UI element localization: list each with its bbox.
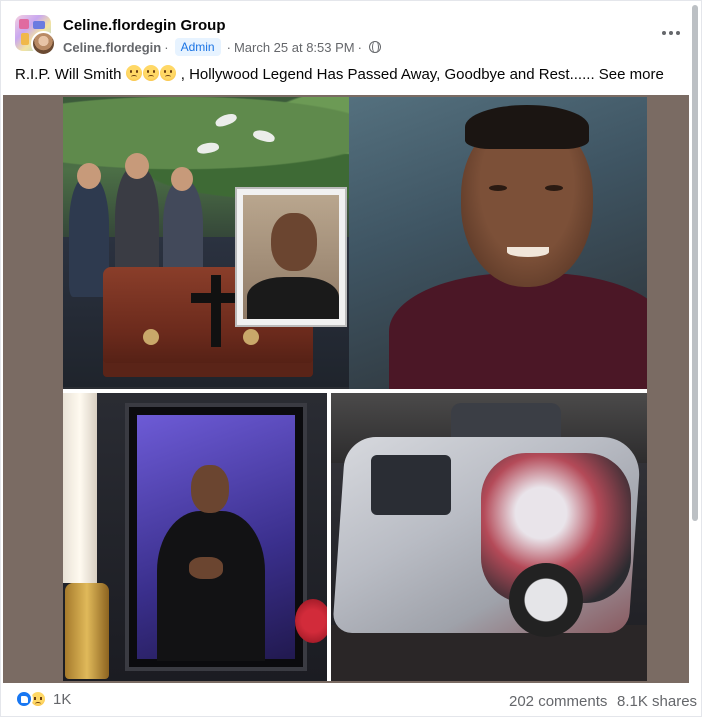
portrait-face [191,465,229,513]
shares-count-link[interactable]: 8.1K shares [617,693,697,710]
post-caption: R.I.P. Will Smith , Hollywood Legend Has… [15,65,664,83]
portrait-shirt [389,273,647,389]
scrollbar[interactable] [691,5,699,521]
caption-text: R.I.P. Will Smith [15,66,122,83]
framed-portrait [237,189,345,325]
portrait-hair [465,105,589,149]
facebook-post: Celine.flordegin Group Celine.flordegin … [0,0,702,717]
portrait-hand [189,557,223,579]
picture-frame [125,403,307,671]
car-wheel [509,563,583,637]
post-media[interactable] [3,95,689,683]
portrait-face [271,213,317,271]
coffin-handle [243,329,259,345]
group-name-link[interactable]: Celine.flordegin Group [63,17,226,34]
memorial-frame-photo [63,393,327,681]
portrait-eye [489,185,507,191]
sad-emoji-icon [159,65,176,81]
funeral-photo [63,97,647,389]
meta-separator: · [226,39,231,55]
portrait-jacket [157,511,265,661]
portrait-suit [247,277,339,319]
portrait-smile [507,247,549,257]
reaction-count: 1K [53,690,72,708]
post-meta: Celine.flordegin · Admin · March 25 at 8… [63,38,381,56]
candle [63,393,97,583]
coffin-handle [143,329,159,345]
cross-icon [191,275,241,347]
see-more-link[interactable]: See more [599,66,664,83]
sad-emoji-icon [125,65,142,81]
mourner-head [125,153,149,179]
post-header: Celine.flordegin Group Celine.flordegin … [1,1,702,61]
post-timestamp-link[interactable]: March 25 at 8:53 PM [234,40,355,55]
mourner-head [77,163,101,189]
caption-text: , Hollywood Legend Has Passed Away, Good… [180,66,595,83]
portrait-eye [545,185,563,191]
post-footer: 1K 202 comments 8.1K shares [1,684,702,717]
scrollbar-thumb[interactable] [692,5,698,521]
mourner-head [171,167,193,191]
meta-separator: · [164,39,169,55]
author-avatar[interactable] [31,31,56,56]
comments-count-link[interactable]: 202 comments [509,693,607,710]
globe-icon[interactable] [368,40,381,53]
admin-badge: Admin [174,38,221,56]
reactions-summary[interactable]: 1K [15,690,71,708]
author-name-link[interactable]: Celine.flordegin [63,40,161,55]
car-window [371,455,451,515]
rose [295,599,327,643]
sad-emoji-icon [142,65,159,81]
meta-separator: · [357,39,362,55]
candle-holder [65,583,109,679]
avatar-group[interactable] [15,15,56,56]
more-options-icon[interactable] [657,23,685,43]
photo-collage[interactable] [63,97,647,681]
car-crash-photo [331,393,647,681]
road [331,625,647,681]
smiling-portrait [349,97,647,389]
like-reaction-icon [15,690,33,708]
